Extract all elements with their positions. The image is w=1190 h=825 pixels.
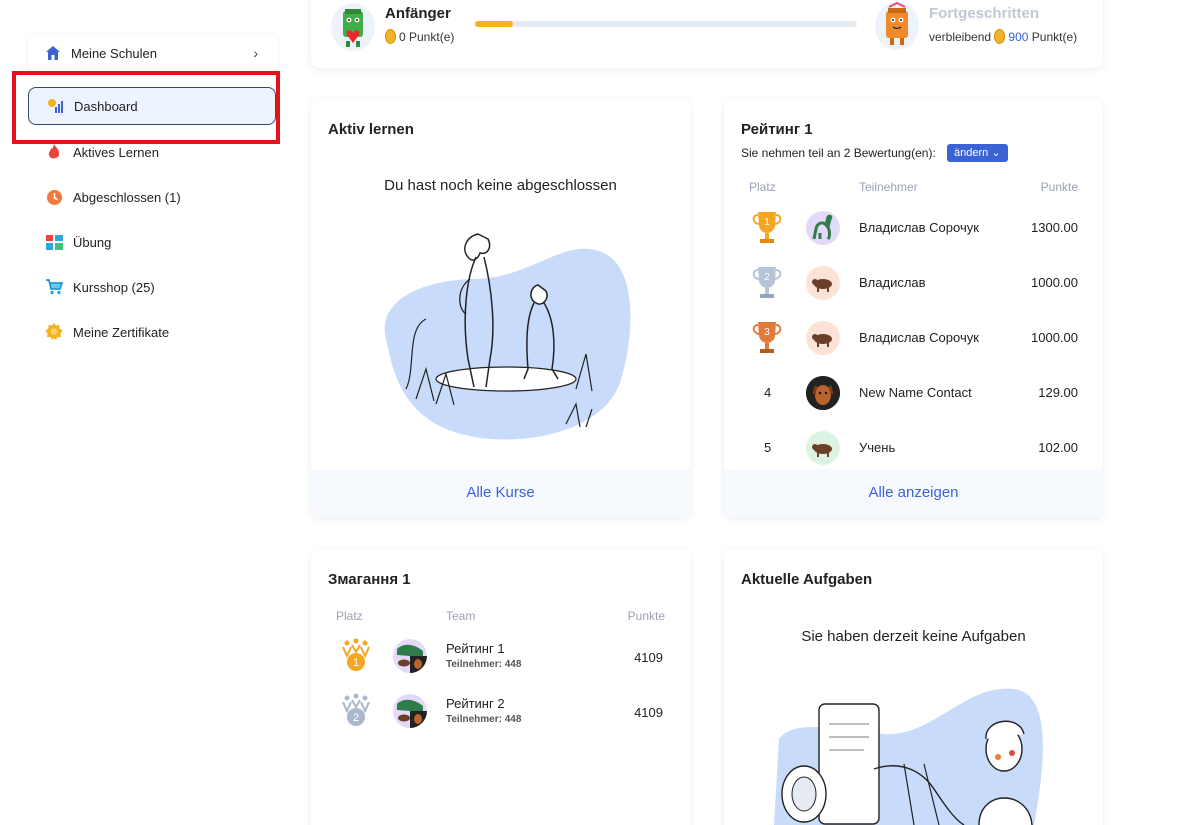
current-tasks-card: Aktuelle Aufgaben Sie haben derzeit kein… — [724, 549, 1103, 825]
team-name: Рейтинг 1 — [446, 641, 505, 656]
participant-place: 4 — [764, 385, 772, 400]
sidebar-item-completed[interactable]: Abgeschlossen (1) — [28, 179, 276, 215]
coin-icon — [994, 29, 1006, 44]
level-progress-fill — [475, 21, 514, 27]
team-points: 4109 — [634, 650, 663, 665]
sidebar-item-practice[interactable]: Übung — [28, 224, 276, 260]
svg-text:2: 2 — [764, 272, 770, 283]
rating-subtitle: Sie nehmen teil an 2 Bewertung(en): — [741, 146, 936, 160]
current-tasks-title: Aktuelle Aufgaben — [741, 571, 873, 588]
rating-card: Рейтинг 1 Sie nehmen teil an 2 Bewertung… — [724, 99, 1103, 517]
avatar — [806, 376, 840, 410]
team-points: 4109 — [634, 705, 663, 720]
meerkats-illustration — [384, 233, 631, 440]
competition-card: Змагання 1 Platz Team Punkte 1 Рейтинг 1… — [311, 549, 690, 825]
sidebar-item-label: Meine Zertifikate — [73, 324, 170, 340]
sidebar-item-active-learning[interactable]: Aktives Lernen — [28, 134, 276, 170]
column-header-place: Platz — [749, 180, 776, 194]
cart-icon — [45, 278, 63, 296]
svg-text:2: 2 — [353, 712, 359, 724]
participant-points: 1000.00 — [1031, 330, 1078, 345]
my-schools-button[interactable]: Meine Schulen › — [28, 34, 278, 72]
gold-trophy-icon: 1 — [752, 212, 782, 243]
column-header-place: Platz — [336, 609, 363, 623]
sidebar-item-label: Aktives Lernen — [73, 144, 159, 160]
participant-name: Учень — [859, 440, 896, 455]
participant-points: 129.00 — [1038, 385, 1078, 400]
current-level-name: Anfänger — [385, 5, 451, 22]
active-learning-empty-text: Du hast noch keine abgeschlossen — [384, 177, 617, 194]
home-icon — [46, 46, 60, 60]
competition-title: Змагання 1 — [328, 571, 411, 588]
team-members: Teilnehmer: 448 — [446, 714, 522, 725]
svg-text:1: 1 — [353, 657, 359, 669]
column-header-points: Punkte — [627, 609, 665, 623]
remaining-points: verbleibend 900 Punkt(e) — [929, 29, 1078, 44]
show-all-link[interactable]: Alle anzeigen — [724, 469, 1103, 517]
next-level-name: Fortgeschritten — [929, 5, 1040, 22]
participant-name: Владислав Сорочук — [859, 220, 979, 235]
participant-points: 1000.00 — [1031, 275, 1078, 290]
rating-title: Рейтинг 1 — [741, 121, 813, 138]
my-schools-label: Meine Schulen — [71, 45, 157, 61]
sidebar-item-label: Kursshop (25) — [73, 279, 155, 295]
participant-place: 5 — [764, 440, 772, 455]
silver-trophy-icon: 2 — [752, 267, 782, 298]
change-rating-dropdown[interactable]: ändern ⌄ — [947, 144, 1008, 162]
active-learning-title: Aktiv lernen — [328, 121, 414, 138]
current-tasks-empty-text: Sie haben derzeit keine Aufgaben — [801, 628, 1026, 645]
chevron-right-icon: › — [253, 45, 258, 61]
team-members: Teilnehmer: 448 — [446, 659, 522, 670]
team-name: Рейтинг 2 — [446, 696, 505, 711]
level-progress-bar — [475, 21, 857, 27]
sidebar-item-certificates[interactable]: Meine Zertifikate — [28, 314, 276, 350]
active-learning-card: Aktiv lernen Du hast noch keine abgeschl… — [311, 99, 690, 517]
current-level-points: 0 Punkt(e) — [385, 29, 454, 44]
flame-icon — [45, 143, 63, 161]
sidebar: Meine Schulen › Dashboard Aktives Lernen… — [0, 0, 290, 825]
svg-text:3: 3 — [764, 327, 770, 338]
all-courses-link[interactable]: Alle Kurse — [311, 469, 690, 517]
team-avatar — [393, 639, 427, 673]
sidebar-item-course-shop[interactable]: Kursshop (25) — [28, 269, 276, 305]
participant-name: New Name Contact — [859, 385, 972, 400]
gold-team-award-icon: 1 — [342, 638, 370, 671]
tasks-illustration — [774, 688, 1043, 825]
advanced-avatar — [875, 1, 919, 50]
avatar — [806, 431, 840, 465]
dashboard-page: Meine Schulen › Dashboard Aktives Lernen… — [0, 0, 1190, 825]
bronze-trophy-icon: 3 — [752, 322, 782, 353]
participant-name: Владислав — [859, 275, 926, 290]
column-header-points: Punkte — [1040, 180, 1078, 194]
participant-points: 1300.00 — [1031, 220, 1078, 235]
sidebar-item-label: Übung — [73, 234, 112, 250]
column-header-participant: Teilnehmer — [859, 180, 918, 194]
level-progress-card: Anfänger 0 Punkt(e) Fortgeschritten verb… — [311, 0, 1103, 68]
column-header-team: Team — [446, 609, 476, 623]
chevron-down-icon: ⌄ — [991, 147, 1001, 159]
avatar — [806, 321, 840, 355]
participant-points: 102.00 — [1038, 440, 1078, 455]
award-icon — [45, 323, 63, 341]
avatar — [806, 211, 840, 245]
sidebar-item-label: Abgeschlossen (1) — [73, 189, 181, 205]
grid-icon — [45, 233, 63, 251]
svg-text:1: 1 — [764, 217, 770, 228]
team-avatar — [393, 694, 427, 728]
coin-icon — [385, 29, 396, 44]
avatar — [806, 266, 840, 300]
clock-icon — [45, 188, 63, 206]
silver-team-award-icon: 2 — [342, 693, 370, 726]
participant-name: Владислав Сорочук — [859, 330, 979, 345]
beginner-avatar — [331, 3, 375, 51]
